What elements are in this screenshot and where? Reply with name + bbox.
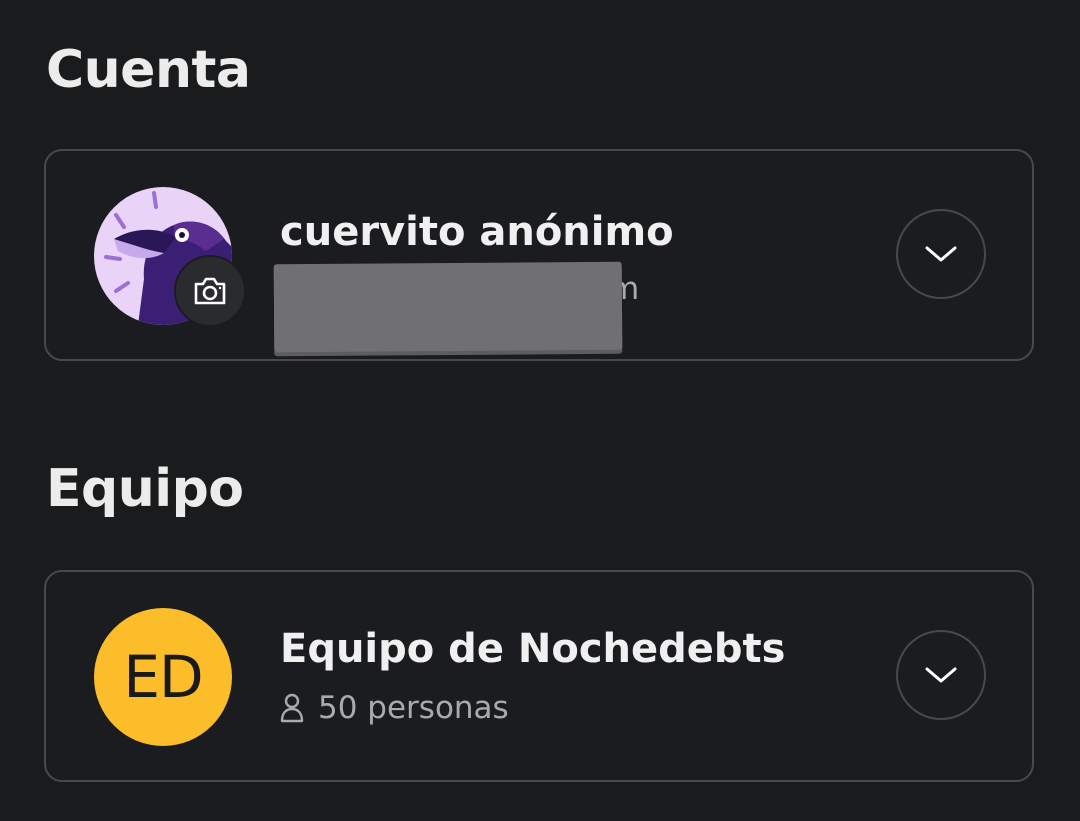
team-avatar[interactable]: ED (94, 608, 232, 746)
account-card[interactable]: cuervito anónimo om (44, 149, 1034, 361)
chevron-down-icon (925, 246, 957, 262)
camera-icon (194, 277, 226, 305)
chevron-down-icon (925, 667, 957, 683)
team-member-count: 50 personas (280, 690, 509, 726)
change-photo-button[interactable] (174, 255, 246, 327)
team-section-title: Equipo (46, 459, 244, 519)
expand-team-button[interactable] (896, 630, 986, 720)
team-name: Equipo de Nochedebts (280, 626, 786, 672)
team-card[interactable]: ED Equipo de Nochedebts 50 personas (44, 570, 1034, 782)
member-count-label: 50 personas (318, 690, 509, 726)
user-name: cuervito anónimo (280, 209, 674, 255)
account-section-title: Cuenta (46, 40, 251, 100)
account-settings-page: Cuenta cuervito anónimo Equipo ED Equipo… (0, 0, 1080, 821)
person-icon (280, 693, 304, 723)
expand-account-button[interactable] (896, 209, 986, 299)
email-redaction-overlay (273, 261, 623, 353)
